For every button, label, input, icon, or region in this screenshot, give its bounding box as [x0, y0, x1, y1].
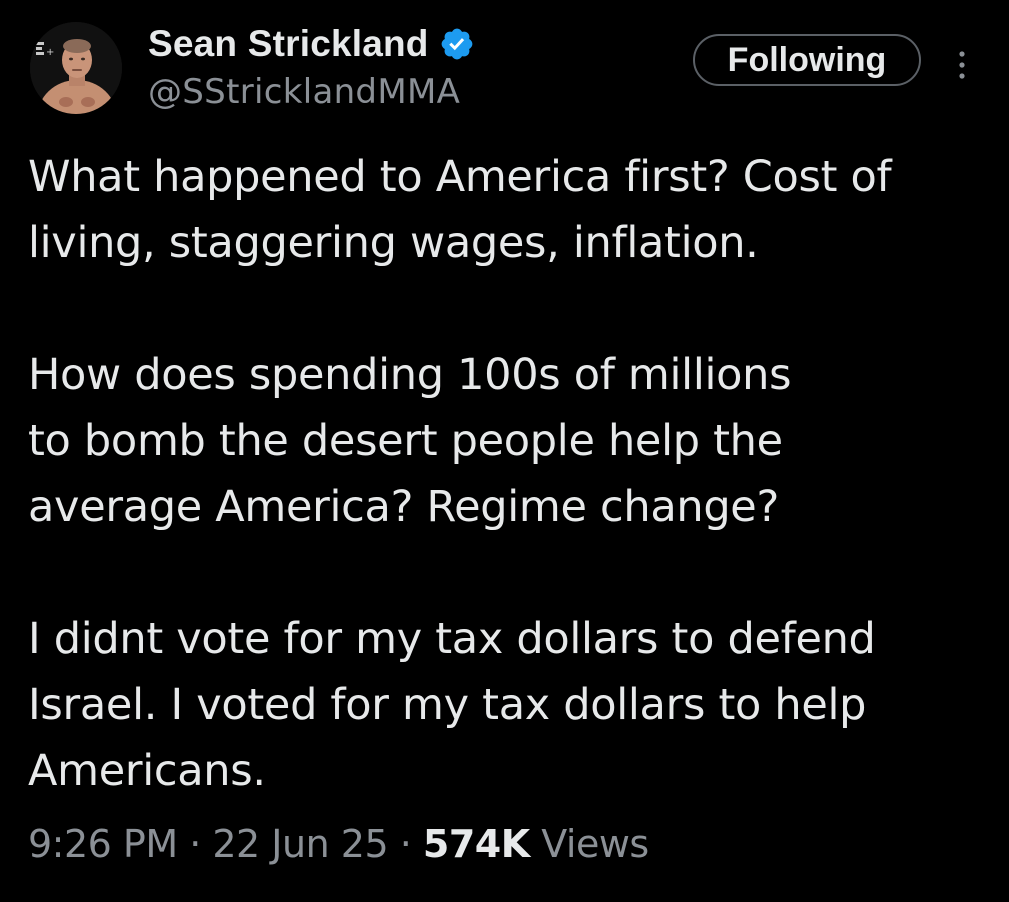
- tweet-date[interactable]: 22 Jun 25: [212, 822, 388, 866]
- more-vertical-icon[interactable]: [952, 48, 972, 84]
- handle[interactable]: @SStricklandMMA: [148, 72, 475, 112]
- following-button[interactable]: Following: [693, 34, 921, 86]
- tweet-line: living, staggering wages, inflation.: [28, 218, 759, 268]
- tweet-paragraph: How does spending 100s of millions to bo…: [28, 342, 993, 540]
- tweet-line: I didnt vote for my tax dollars to defen…: [28, 614, 876, 664]
- tweet-line: to bomb the desert people help the: [28, 416, 783, 466]
- meta-separator: ·: [177, 822, 213, 866]
- tweet-line: How does spending 100s of millions: [28, 350, 792, 400]
- views-count: 574K: [422, 822, 530, 866]
- avatar-image: +: [30, 22, 122, 114]
- tweet-line: Americans.: [28, 746, 266, 796]
- svg-text:+: +: [46, 47, 54, 58]
- tweet-time[interactable]: 9:26 PM: [28, 822, 178, 866]
- display-name[interactable]: Sean Strickland: [148, 23, 429, 65]
- tweet-paragraph: What happened to America first? Cost of …: [28, 144, 993, 276]
- verified-badge-icon: [439, 26, 475, 62]
- tweet-line: average America? Regime change?: [28, 482, 779, 532]
- meta-separator: ·: [388, 822, 423, 866]
- tweet-header: + Sean Strickland @SStricklandMMA Follow…: [30, 22, 980, 122]
- views-label: Views: [541, 822, 649, 866]
- name-row: Sean Strickland: [148, 22, 475, 66]
- tweet-line: Israel. I voted for my tax dollars to he…: [28, 680, 867, 730]
- tweet-paragraph: I didnt vote for my tax dollars to defen…: [28, 606, 993, 804]
- author-block: Sean Strickland @SStricklandMMA: [148, 22, 475, 112]
- avatar[interactable]: +: [30, 22, 122, 114]
- tweet-text: What happened to America first? Cost of …: [28, 144, 993, 804]
- tweet-meta: 9:26 PM · 22 Jun 25 · 574K Views: [28, 822, 649, 866]
- tweet-line: What happened to America first? Cost of: [28, 152, 892, 202]
